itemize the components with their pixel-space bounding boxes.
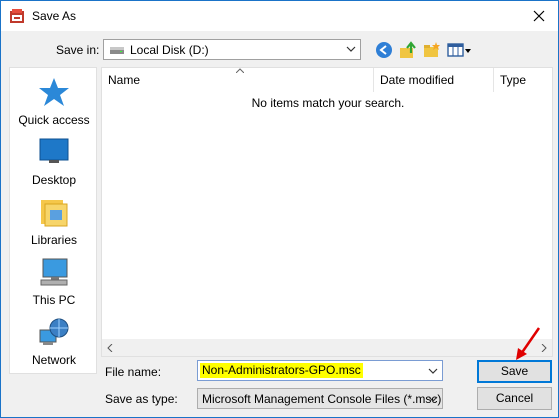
save-in-dropdown[interactable]: Local Disk (D:): [103, 39, 361, 60]
desktop-icon: [39, 138, 69, 163]
file-name-value: Non-Administrators-GPO.msc: [200, 363, 363, 378]
up-folder-icon[interactable]: [399, 41, 417, 59]
this-pc-icon: [40, 258, 68, 286]
save-as-type-select[interactable]: Microsoft Management Console Files (*.ms…: [197, 388, 443, 409]
mmc-app-icon: [10, 9, 24, 23]
place-quick-access[interactable]: Quick access: [10, 76, 98, 136]
place-label: Desktop: [31, 173, 77, 187]
column-label: Type: [500, 73, 527, 87]
window-title: Save As: [32, 9, 77, 23]
chevron-down-icon: [346, 46, 356, 52]
annotation-arrow-icon: [516, 327, 541, 360]
network-icon: [39, 318, 69, 345]
column-header-type[interactable]: Type: [494, 68, 552, 92]
file-name-label: File name:: [105, 365, 162, 379]
column-label: Date modified: [380, 73, 455, 87]
column-header-name[interactable]: Name: [102, 68, 374, 92]
save-in-value: Local Disk (D:): [130, 43, 209, 57]
title-bar: Save As: [1, 1, 558, 31]
place-libraries[interactable]: Libraries: [10, 196, 98, 256]
quick-access-star-icon: [39, 78, 69, 106]
places-bar: Quick access Desktop Libraries This PC N…: [9, 67, 97, 374]
file-name-input[interactable]: Non-Administrators-GPO.msc: [197, 360, 443, 381]
save-as-type-label: Save as type:: [105, 392, 178, 406]
chevron-down-icon[interactable]: [428, 366, 438, 376]
drive-icon: [110, 47, 124, 54]
column-header-date-modified[interactable]: Date modified: [374, 68, 494, 92]
empty-message: No items match your search.: [251, 96, 405, 110]
close-icon[interactable]: [530, 7, 548, 25]
back-icon[interactable]: [375, 41, 393, 59]
save-as-dialog: Save As Save in: Local Disk (D:) Quick a…: [0, 0, 559, 418]
place-this-pc[interactable]: This PC: [10, 256, 98, 316]
file-list[interactable]: Name Date modified Type No items match y…: [101, 67, 553, 357]
place-network[interactable]: Network: [10, 316, 98, 376]
place-label: This PC: [32, 293, 76, 307]
save-as-type-value: Microsoft Management Console Files (*.ms…: [202, 392, 442, 406]
horizontal-scrollbar[interactable]: [102, 339, 552, 356]
view-menu-icon[interactable]: [447, 41, 473, 59]
place-label: Network: [31, 353, 76, 367]
place-label: Quick access: [18, 113, 90, 127]
column-label: Name: [108, 73, 141, 87]
place-label: Libraries: [30, 233, 78, 247]
save-in-label: Save in:: [56, 43, 100, 57]
save-button[interactable]: Save: [477, 360, 552, 383]
place-desktop[interactable]: Desktop: [10, 136, 98, 196]
new-folder-icon[interactable]: [423, 41, 441, 59]
chevron-down-icon: [428, 396, 438, 402]
scroll-left-icon[interactable]: [107, 344, 113, 352]
libraries-icon: [41, 200, 68, 227]
cancel-button[interactable]: Cancel: [477, 387, 552, 410]
